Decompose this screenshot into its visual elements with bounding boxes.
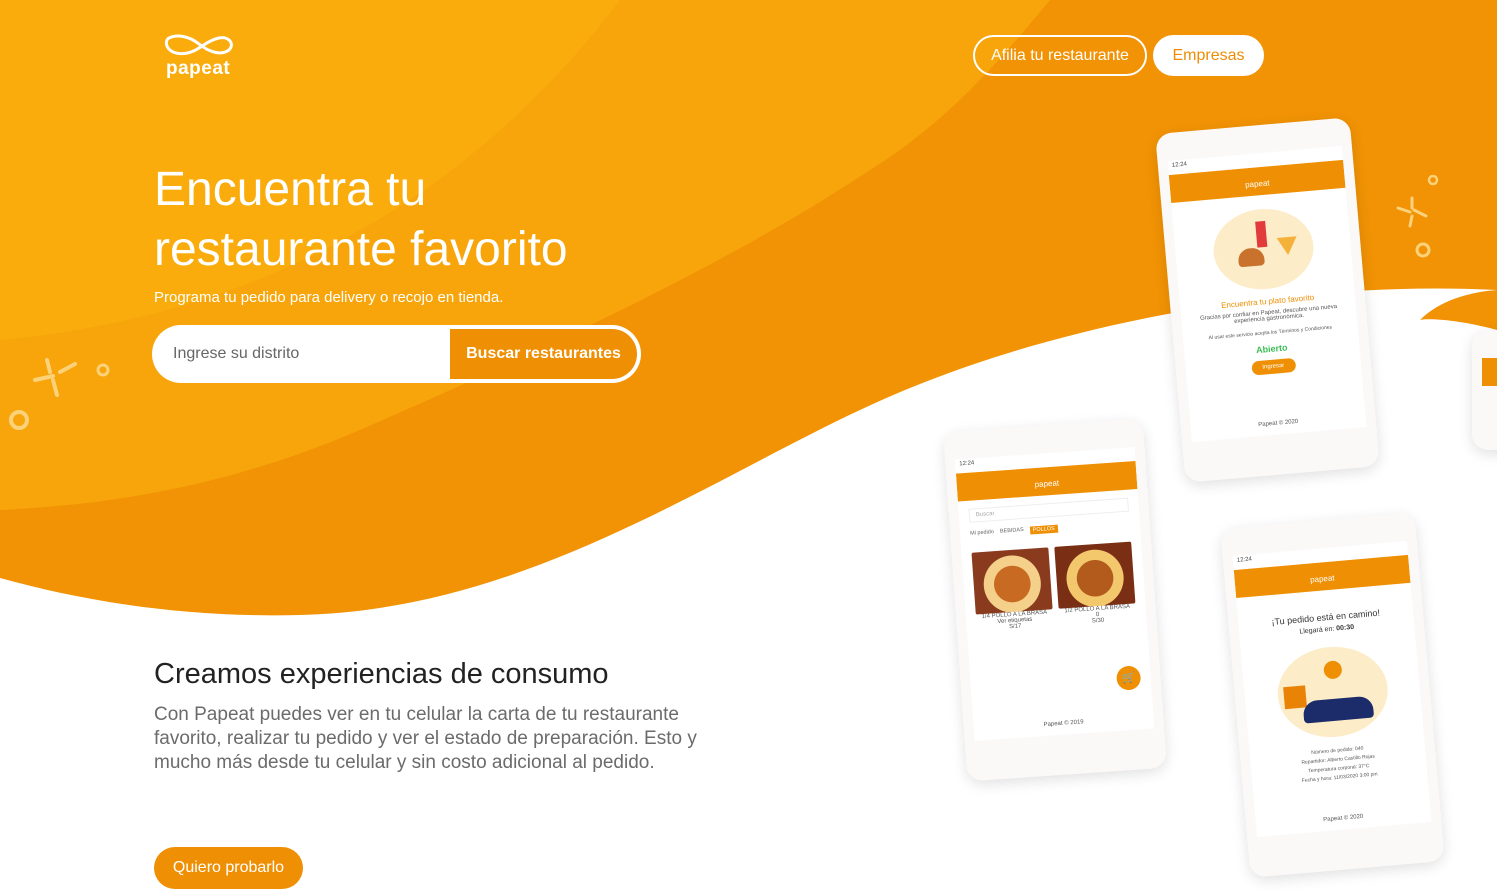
district-search-bar: Buscar restaurantes bbox=[154, 327, 639, 381]
phone-screen: 12:24 papeat ¡Tu pedido está en camino! … bbox=[1232, 540, 1432, 838]
affiliate-restaurant-button[interactable]: Afilia tu restaurante bbox=[973, 35, 1147, 76]
food-image-chicken bbox=[971, 547, 1053, 615]
delivery-box-icon bbox=[1282, 685, 1307, 710]
search-restaurants-button[interactable]: Buscar restaurantes bbox=[450, 327, 639, 381]
phone-mockup-tracking: 12:24 papeat ¡Tu pedido está en camino! … bbox=[1220, 512, 1445, 878]
phone-footer: Papeat © 2020 bbox=[1323, 813, 1364, 824]
pizza-icon bbox=[1276, 236, 1298, 256]
phone-eta-label: Llegará en: bbox=[1299, 625, 1335, 636]
hero-title-line2: restaurante favorito bbox=[154, 223, 568, 276]
section-title: Creamos experiencias de consumo bbox=[154, 658, 609, 690]
section-body: Con Papeat puedes ver en tu celular la c… bbox=[154, 704, 697, 773]
phone-enter-button: Ingresar bbox=[1250, 357, 1296, 376]
sparkle-decoration-left bbox=[9, 358, 110, 430]
phone-mockup-menu: 12:24 papeat Buscar Mi pedido BEBIDAS PO… bbox=[943, 418, 1167, 782]
phone-screen: 12:24 papeat Buscar Mi pedido BEBIDAS PO… bbox=[954, 447, 1155, 741]
hero-title-line1: Encuentra tu bbox=[154, 163, 427, 216]
phone-mockup-welcome: 12:24 papeat Encuentra tu plato favorito… bbox=[1155, 117, 1380, 483]
phone-details: Número de pedido: 040 Repartidor: Albert… bbox=[1250, 739, 1427, 790]
phone-tab-drinks: BEBIDAS bbox=[999, 527, 1024, 535]
phone-header bbox=[1482, 358, 1497, 386]
district-input[interactable] bbox=[154, 327, 450, 381]
scooter-icon bbox=[1301, 695, 1374, 724]
phone-footer: Papeat © 2020 bbox=[1258, 418, 1299, 429]
drink-icon bbox=[1254, 220, 1267, 248]
phone-search-field: Buscar bbox=[968, 497, 1130, 523]
logo-text: papeat bbox=[166, 58, 231, 79]
phone-eta: 00:30 bbox=[1335, 623, 1355, 633]
phone-screen: 12:24 papeat Encuentra tu plato favorito… bbox=[1167, 145, 1367, 443]
sparkle-decoration-right bbox=[1396, 174, 1439, 258]
rider-icon bbox=[1322, 660, 1343, 680]
burger-icon bbox=[1236, 247, 1265, 268]
hero-subtitle: Programa tu pedido para delivery o recoj… bbox=[154, 289, 504, 306]
cart-icon: 🛒 bbox=[1115, 665, 1142, 691]
food-image-chicken-half bbox=[1054, 541, 1136, 609]
phone-mockup-partial bbox=[1472, 330, 1497, 450]
food-illustration bbox=[1209, 204, 1317, 294]
business-button[interactable]: Empresas bbox=[1153, 35, 1264, 76]
phone-footer: Papeat © 2019 bbox=[1043, 719, 1084, 729]
phone-tab-order: Mi pedido bbox=[969, 529, 995, 537]
hero-title: Encuentra tu restaurante favorito bbox=[154, 160, 714, 280]
try-it-button[interactable]: Quiero probarlo bbox=[154, 847, 303, 889]
delivery-illustration bbox=[1273, 642, 1391, 742]
